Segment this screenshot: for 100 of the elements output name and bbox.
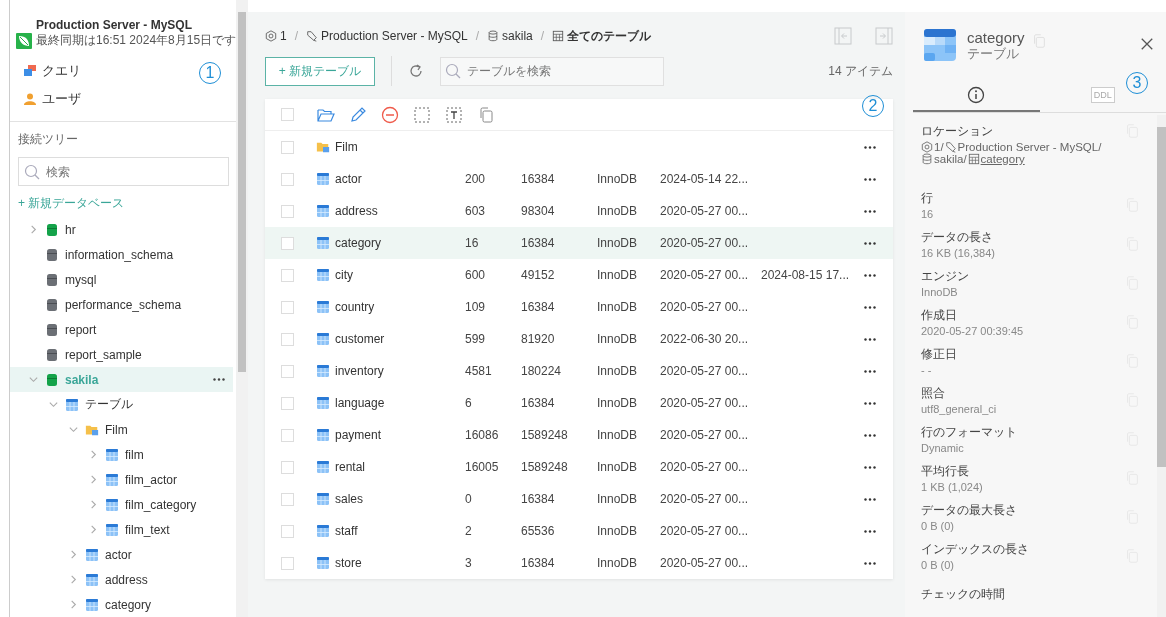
tree-item[interactable]: テーブル (10, 392, 233, 417)
nav-item[interactable]: クエリ (23, 57, 81, 85)
tree-item[interactable]: film_actor (10, 467, 233, 492)
table-row[interactable]: city 600 49152 InnoDB 2020-05-27 00... 2024-08-15 17... (265, 259, 893, 291)
more-icon[interactable] (864, 401, 876, 405)
scrollbar[interactable] (1157, 115, 1166, 617)
checkbox[interactable] (281, 428, 294, 442)
table-row[interactable]: sales 0 16384 InnoDB 2020-05-27 00... (265, 483, 893, 515)
breadcrumb-item[interactable]: 全てのテーブル (552, 27, 652, 45)
checkbox[interactable] (281, 492, 294, 506)
more-icon[interactable] (864, 465, 876, 469)
table-cell: 16086 (465, 428, 499, 442)
nav-item[interactable]: ユーザ (23, 85, 81, 113)
checkbox[interactable] (281, 268, 294, 282)
table-cell: 1589248 (521, 460, 568, 474)
table-cell: 98304 (521, 204, 555, 218)
table-row[interactable]: inventory 4581 180224 InnoDB 2020-05-27 00... (265, 355, 893, 387)
database-icon (487, 30, 500, 42)
close-icon[interactable] (1140, 37, 1154, 51)
table-cell: 16384 (521, 492, 555, 506)
tree-item[interactable]: actor (10, 542, 233, 567)
table-cell: 16384 (521, 300, 555, 314)
table-cell: 2022-06-30 20... (660, 332, 749, 346)
dashed-square-icon[interactable] (413, 105, 431, 124)
more-icon[interactable] (864, 497, 876, 501)
table-row[interactable]: language 6 16384 InnoDB 2020-05-27 00... (265, 387, 893, 419)
more-icon[interactable] (864, 369, 876, 373)
checkbox[interactable] (281, 172, 294, 186)
tree-item[interactable]: film_text (10, 517, 233, 542)
table-row[interactable]: customer 599 81920 InnoDB 2022-06-30 20... (265, 323, 893, 355)
table-cell: 16 (465, 236, 479, 250)
table-row[interactable]: actor 200 16384 InnoDB 2024-05-14 22... (265, 163, 893, 195)
checkbox[interactable] (281, 236, 294, 250)
more-icon[interactable] (864, 273, 876, 277)
tree-item[interactable]: film_category (10, 492, 233, 517)
more-icon[interactable] (864, 241, 876, 245)
breadcrumb-item[interactable]: Production Server - MySQL (306, 29, 468, 43)
expand-right-icon[interactable] (875, 27, 893, 45)
tree-item[interactable]: information_schema (10, 242, 233, 267)
table-row[interactable]: staff 2 65536 InnoDB 2020-05-27 00... (265, 515, 893, 547)
table-row[interactable]: address 603 98304 InnoDB 2020-05-27 00... (265, 195, 893, 227)
tree-item[interactable]: report_sample (10, 342, 233, 367)
more-icon[interactable] (213, 378, 225, 381)
checkbox[interactable] (281, 300, 294, 314)
checkbox[interactable] (281, 364, 294, 378)
table-cell: 2020-05-27 00... (660, 268, 749, 282)
refresh-icon[interactable] (408, 63, 424, 79)
checkbox[interactable] (281, 108, 294, 121)
checkbox[interactable] (281, 140, 294, 154)
search-input[interactable]: テーブルを検索 (465, 63, 663, 79)
table-row[interactable]: rental 16005 1589248 InnoDB 2020-05-27 00... (265, 451, 893, 483)
table-row[interactable]: Film (265, 131, 893, 163)
tree-item[interactable]: film (10, 442, 233, 467)
checkbox[interactable] (281, 524, 294, 538)
more-icon[interactable] (864, 337, 876, 341)
pencil-icon[interactable] (349, 105, 367, 124)
table-name: customer (335, 332, 385, 346)
table-row[interactable]: country 109 16384 InnoDB 2020-05-27 00... (265, 291, 893, 323)
table-row[interactable]: store 3 16384 InnoDB 2020-05-27 00... (265, 547, 893, 579)
collapse-left-icon[interactable] (834, 27, 852, 45)
checkbox[interactable] (281, 460, 294, 474)
search-field[interactable]: テーブルを検索 (440, 56, 664, 86)
tree-item[interactable]: Film (10, 417, 233, 442)
more-icon[interactable] (864, 433, 876, 437)
tree-item[interactable]: report (10, 317, 233, 342)
table-row[interactable]: payment 16086 1589248 InnoDB 2020-05-27 00... (265, 419, 893, 451)
dashed-text-box-icon[interactable] (445, 105, 463, 124)
copy-icon[interactable] (477, 105, 495, 124)
search-input[interactable]: 検索 (44, 163, 228, 180)
minus-circle-icon[interactable] (381, 105, 399, 124)
search-field[interactable]: 検索 (18, 157, 229, 186)
checkbox[interactable] (281, 396, 294, 410)
tree-item[interactable]: hr (10, 217, 233, 242)
tree-item[interactable]: performance_schema (10, 292, 233, 317)
table-row[interactable]: category 16 16384 InnoDB 2020-05-27 00... (265, 227, 893, 259)
more-icon[interactable] (864, 529, 876, 533)
windows-icon (23, 64, 37, 78)
breadcrumb-item[interactable]: 1 (265, 29, 287, 43)
checkbox[interactable] (281, 204, 294, 218)
table-cell: 2020-05-27 00... (660, 364, 749, 378)
more-icon[interactable] (864, 305, 876, 309)
table-icon (85, 547, 99, 562)
location-text: Production Server - MySQL/ (944, 141, 1102, 153)
location-link[interactable]: category (967, 153, 1025, 165)
table-cell: 600 (465, 268, 486, 282)
more-icon[interactable] (864, 177, 876, 181)
table-icon (924, 29, 956, 61)
tree-item[interactable]: mysql (10, 267, 233, 292)
table-name: payment (335, 428, 382, 442)
property-label: インデックスの長さ (921, 540, 1029, 558)
more-icon[interactable] (864, 561, 876, 565)
more-icon[interactable] (864, 145, 876, 149)
tree-item[interactable]: category (10, 592, 233, 617)
breadcrumb-item[interactable]: sakila (487, 29, 533, 43)
scrollbar[interactable] (236, 0, 248, 617)
property-value: - - (921, 363, 933, 376)
checkbox[interactable] (281, 332, 294, 346)
more-icon[interactable] (864, 209, 876, 213)
tree-item[interactable]: address (10, 567, 233, 592)
checkbox[interactable] (281, 556, 294, 570)
